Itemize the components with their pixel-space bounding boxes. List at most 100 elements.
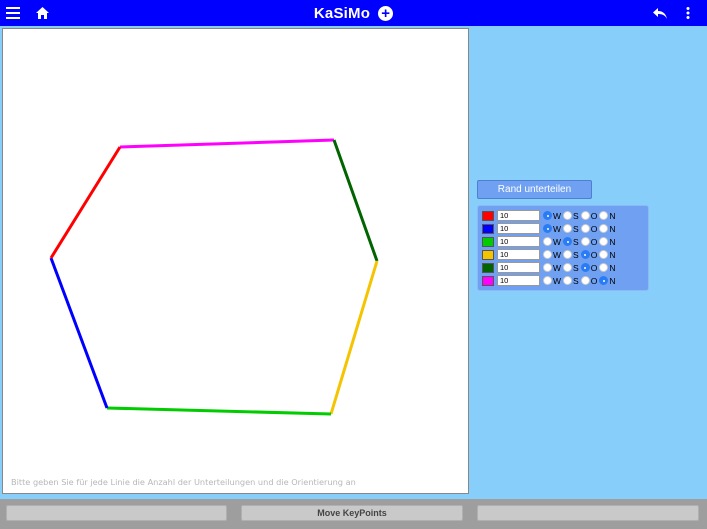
orientation-label: W [553, 262, 562, 273]
orientation-option: W [543, 237, 563, 247]
hexagon-edge-yellow[interactable] [329, 260, 379, 415]
orientation-label: S [573, 262, 579, 273]
orientation-label: S [573, 236, 579, 247]
orientation-radio[interactable] [599, 224, 609, 233]
orientation-option: O [580, 262, 600, 273]
hexagon-edge-green[interactable] [106, 406, 332, 416]
line-row: WSON [482, 209, 648, 222]
orientation-label: S [573, 210, 579, 221]
orientation-option: O [580, 275, 600, 286]
orientation-radio[interactable] [563, 250, 573, 259]
orientation-radio[interactable] [563, 276, 573, 285]
orientation-option: W [543, 211, 563, 221]
hamburger-menu-icon[interactable] [5, 0, 21, 26]
orientation-radio[interactable] [599, 263, 609, 272]
subdivision-count-input[interactable] [497, 275, 540, 286]
orientation-label: W [553, 275, 562, 286]
line-settings-panel: WSONWSONWSONWSONWSONWSON [477, 205, 649, 291]
line-row: WSON [482, 261, 648, 274]
hexagon-drawing[interactable] [3, 29, 470, 495]
orientation-radio[interactable] [543, 276, 552, 285]
orientation-radio[interactable] [543, 211, 552, 220]
line-row: WSON [482, 235, 648, 248]
orientation-label: O [590, 249, 598, 260]
subdivision-count-input[interactable] [497, 210, 540, 221]
orientation-radio[interactable] [543, 263, 552, 272]
orientation-radio[interactable] [580, 263, 590, 272]
orientation-label: N [609, 210, 616, 221]
orientation-radio[interactable] [563, 224, 573, 233]
orientation-radio[interactable] [599, 211, 609, 220]
orientation-label: N [609, 262, 616, 273]
line-color-swatch [482, 262, 494, 273]
orientation-option: O [580, 249, 600, 260]
orientation-label: O [590, 236, 598, 247]
orientation-label: W [553, 236, 562, 247]
subdivision-count-input[interactable] [497, 236, 540, 247]
orientation-label: W [553, 249, 562, 260]
orientation-option: O [580, 223, 600, 234]
orientation-label: W [553, 223, 562, 234]
orientation-radio[interactable] [563, 211, 573, 220]
orientation-label: S [573, 275, 579, 286]
hexagon-edge-darkgreen[interactable] [332, 139, 379, 262]
more-vertical-icon[interactable] [680, 0, 696, 26]
line-row: WSON [482, 222, 648, 235]
orientation-radio[interactable] [543, 237, 552, 246]
orientation-label: O [590, 275, 598, 286]
orientation-option: N [599, 276, 617, 286]
orientation-option: S [563, 250, 581, 260]
orientation-label: W [553, 210, 562, 221]
orientation-option: N [599, 263, 617, 273]
orientation-option: O [580, 236, 600, 247]
line-color-swatch [482, 236, 494, 247]
subdivision-count-input[interactable] [497, 262, 540, 273]
orientation-radio[interactable] [580, 276, 590, 285]
app-title: KaSiMo [313, 4, 371, 22]
drawing-canvas[interactable]: Bitte geben Sie für jede Linie die Anzah… [2, 28, 469, 494]
hexagon-edge-red[interactable] [49, 146, 122, 259]
orientation-label: O [590, 262, 598, 273]
hexagon-edge-magenta[interactable] [119, 138, 335, 149]
subdivide-edges-button[interactable]: Rand unterteilen [477, 180, 592, 199]
orientation-option: N [599, 250, 617, 260]
home-icon[interactable] [34, 0, 50, 26]
orientation-radio[interactable] [563, 237, 573, 246]
add-circle-icon[interactable]: + [378, 5, 394, 21]
orientation-radio[interactable] [580, 211, 590, 220]
orientation-option: W [543, 276, 563, 286]
line-row: WSON [482, 248, 648, 261]
orientation-option: S [563, 211, 581, 221]
orientation-option: S [563, 224, 581, 234]
bottom-left-button[interactable] [6, 505, 227, 521]
orientation-option: N [599, 211, 617, 221]
bottom-toolbar: Move KeyPoints [0, 499, 707, 529]
orientation-option: N [599, 224, 617, 234]
orientation-radio[interactable] [580, 237, 590, 246]
orientation-radio[interactable] [580, 224, 590, 233]
orientation-radio[interactable] [580, 250, 590, 259]
line-row: WSON [482, 274, 648, 287]
line-color-swatch [482, 249, 494, 260]
orientation-radio[interactable] [543, 250, 552, 259]
subdivision-count-input[interactable] [497, 223, 540, 234]
move-keypoints-button[interactable]: Move KeyPoints [241, 505, 463, 521]
orientation-option: S [563, 263, 581, 273]
subdivision-count-input[interactable] [497, 249, 540, 260]
hexagon-edge-blue[interactable] [49, 257, 109, 409]
orientation-label: O [590, 210, 598, 221]
orientation-label: O [590, 223, 598, 234]
line-color-swatch [482, 210, 494, 221]
orientation-label: S [573, 249, 579, 260]
orientation-radio[interactable] [599, 250, 609, 259]
orientation-option: W [543, 224, 563, 234]
orientation-radio[interactable] [543, 224, 552, 233]
bottom-right-button[interactable] [477, 505, 699, 521]
top-app-bar: KaSiMo + [0, 0, 707, 26]
orientation-radio[interactable] [599, 237, 609, 246]
orientation-radio[interactable] [599, 276, 609, 285]
undo-arrow-icon[interactable] [652, 0, 668, 26]
orientation-radio[interactable] [563, 263, 573, 272]
orientation-option: W [543, 263, 563, 273]
orientation-label: N [609, 249, 616, 260]
